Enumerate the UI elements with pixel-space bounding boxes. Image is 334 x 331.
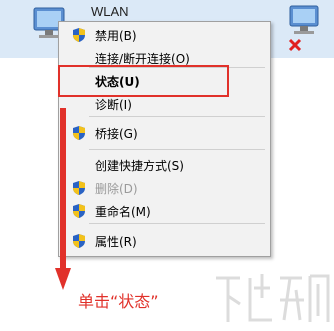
- menu-separator: [89, 223, 265, 224]
- annotation-arrow-icon: [55, 108, 71, 290]
- menu-item-label: 创建快捷方式(S): [95, 159, 184, 173]
- menu-item-rename[interactable]: 重命名(M): [59, 200, 270, 222]
- uac-shield-icon: [73, 234, 85, 248]
- menu-item-create-shortcut[interactable]: 创建快捷方式(S): [59, 154, 270, 176]
- uac-shield-icon: [73, 181, 85, 195]
- menu-item-label: 删除(D): [95, 182, 138, 196]
- network-disconnected-icon[interactable]: [286, 4, 322, 54]
- menu-item-disable[interactable]: 禁用(B): [59, 24, 270, 46]
- adapter-name: WLAN: [91, 4, 129, 19]
- uac-shield-icon: [73, 204, 85, 218]
- menu-item-bridge[interactable]: 桥接(G): [59, 122, 270, 144]
- uac-shield-icon: [73, 126, 85, 140]
- annotation-caption: 单击“状态”: [78, 292, 159, 311]
- menu-item-properties[interactable]: 属性(R): [59, 230, 270, 252]
- menu-item-label: 桥接(G): [95, 127, 138, 141]
- status-highlight-box: [58, 65, 229, 97]
- menu-item-label: 属性(R): [95, 235, 137, 249]
- menu-separator: [89, 149, 265, 150]
- uac-shield-icon: [73, 28, 85, 42]
- context-menu: 禁用(B) 连接/断开连接(O) 状态(U) 诊断(I) 桥接(G) 创建快捷方…: [58, 21, 271, 257]
- menu-item-label: 重命名(M): [95, 205, 151, 219]
- menu-item-label: 诊断(I): [95, 98, 132, 112]
- menu-item-delete[interactable]: 删除(D): [59, 177, 270, 199]
- menu-separator: [89, 116, 265, 117]
- menu-item-label: 禁用(B): [95, 29, 137, 43]
- watermark-logo: [216, 274, 330, 322]
